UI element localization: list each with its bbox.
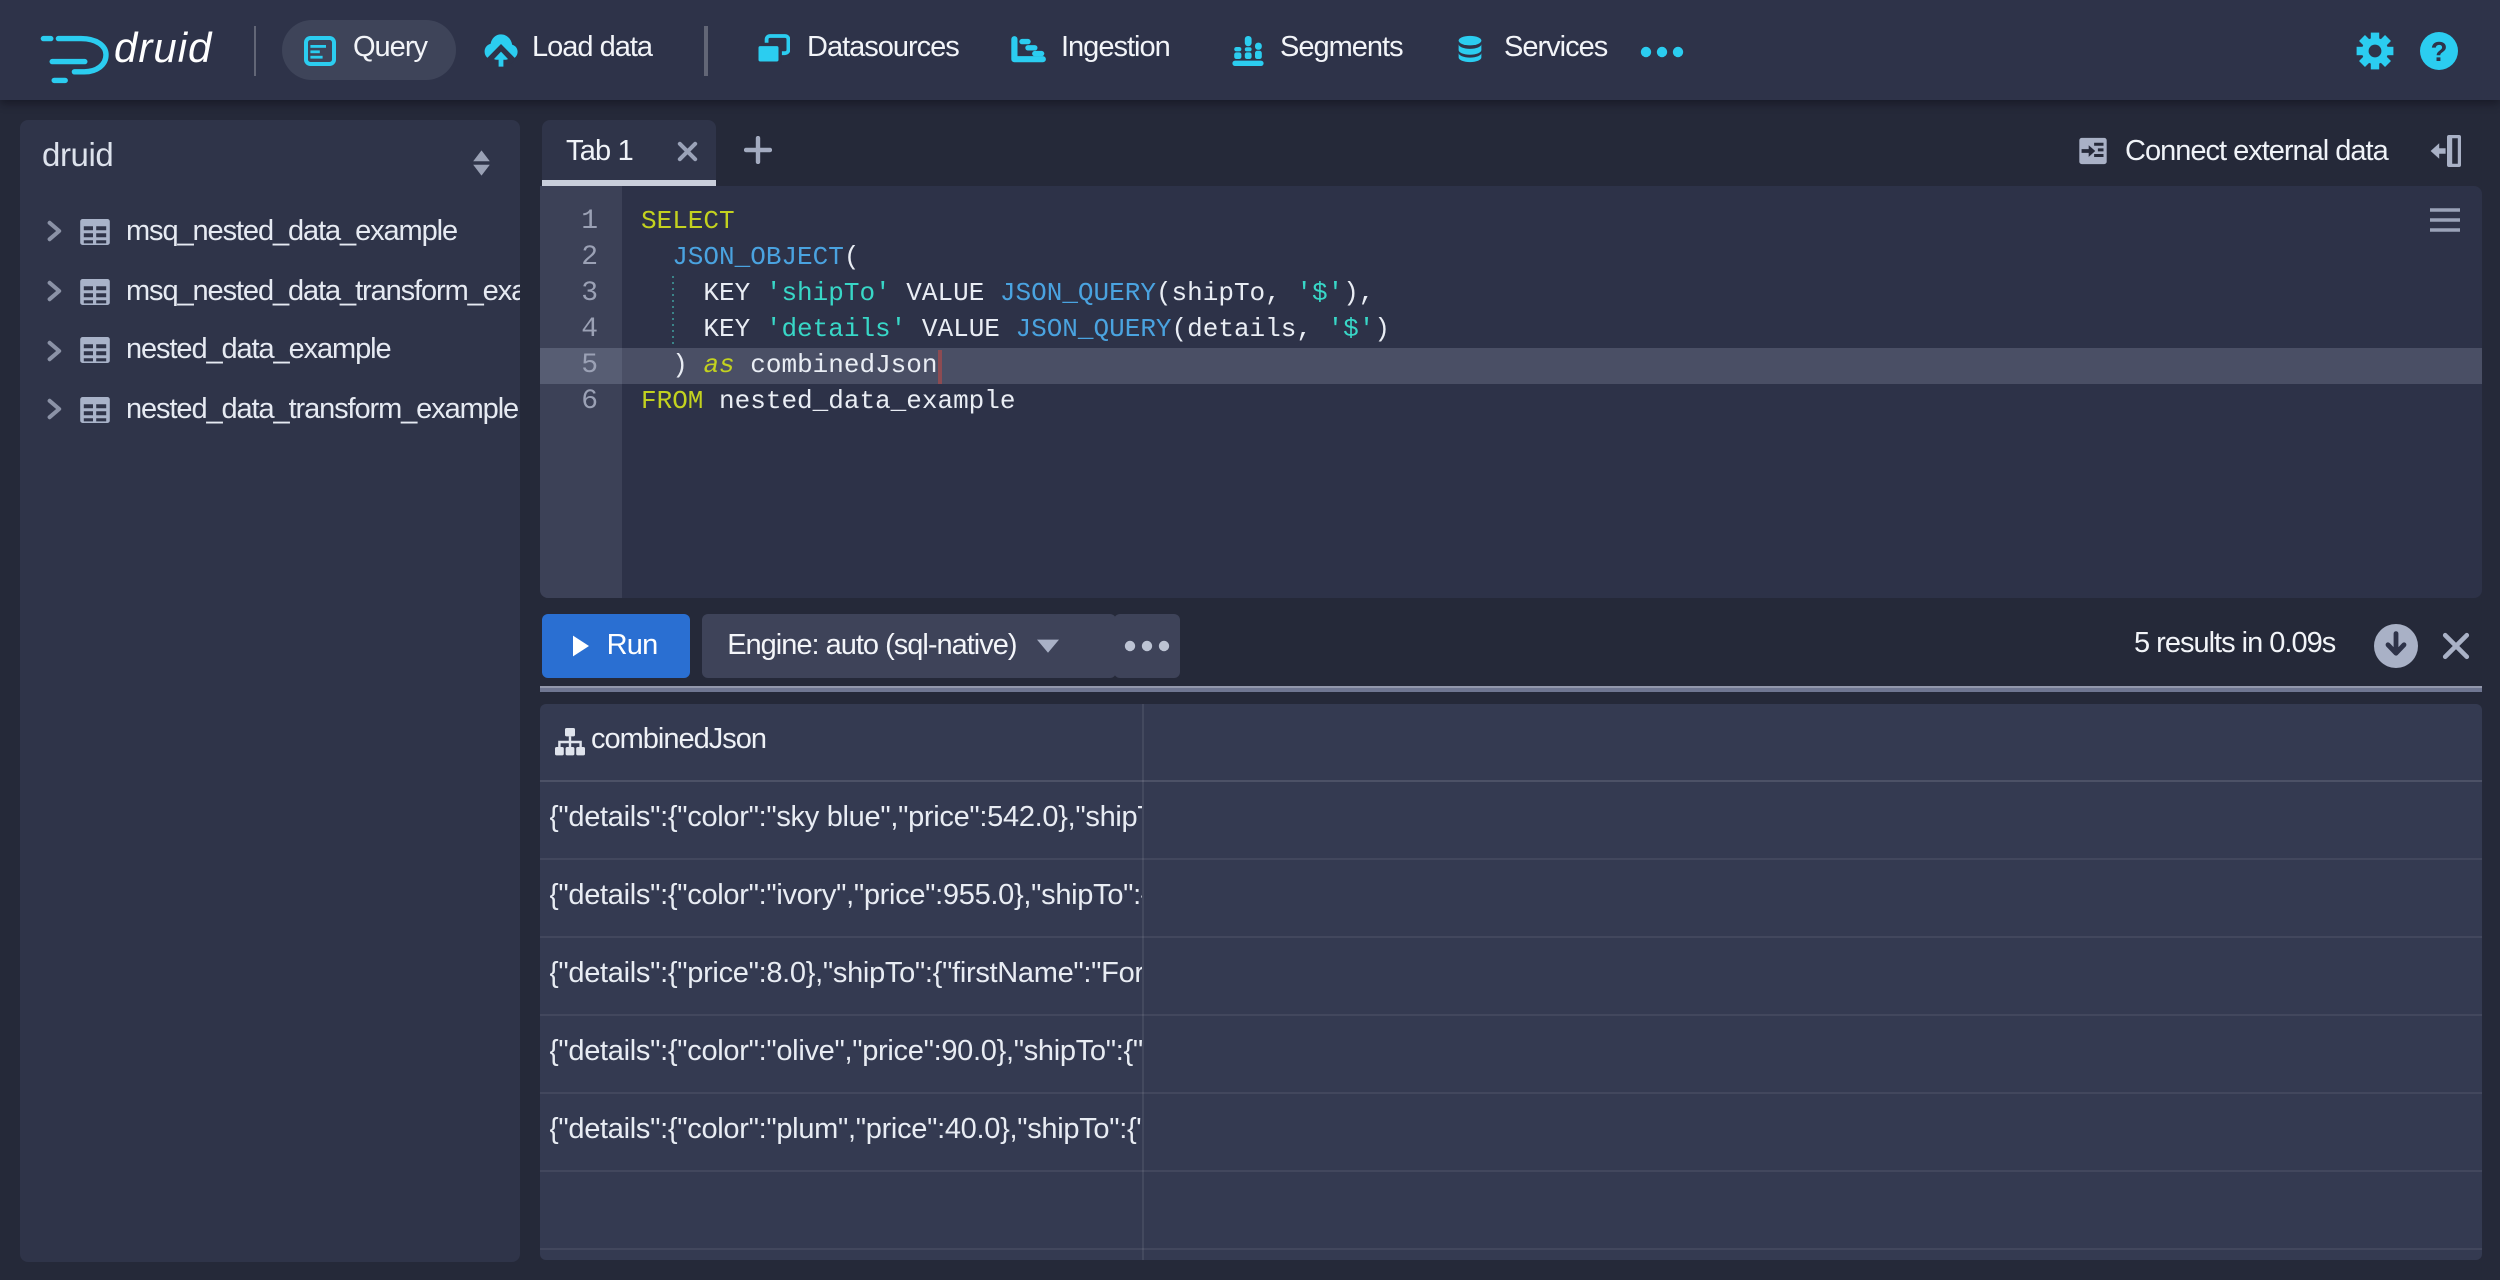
svg-text:?: ?	[2430, 35, 2447, 66]
